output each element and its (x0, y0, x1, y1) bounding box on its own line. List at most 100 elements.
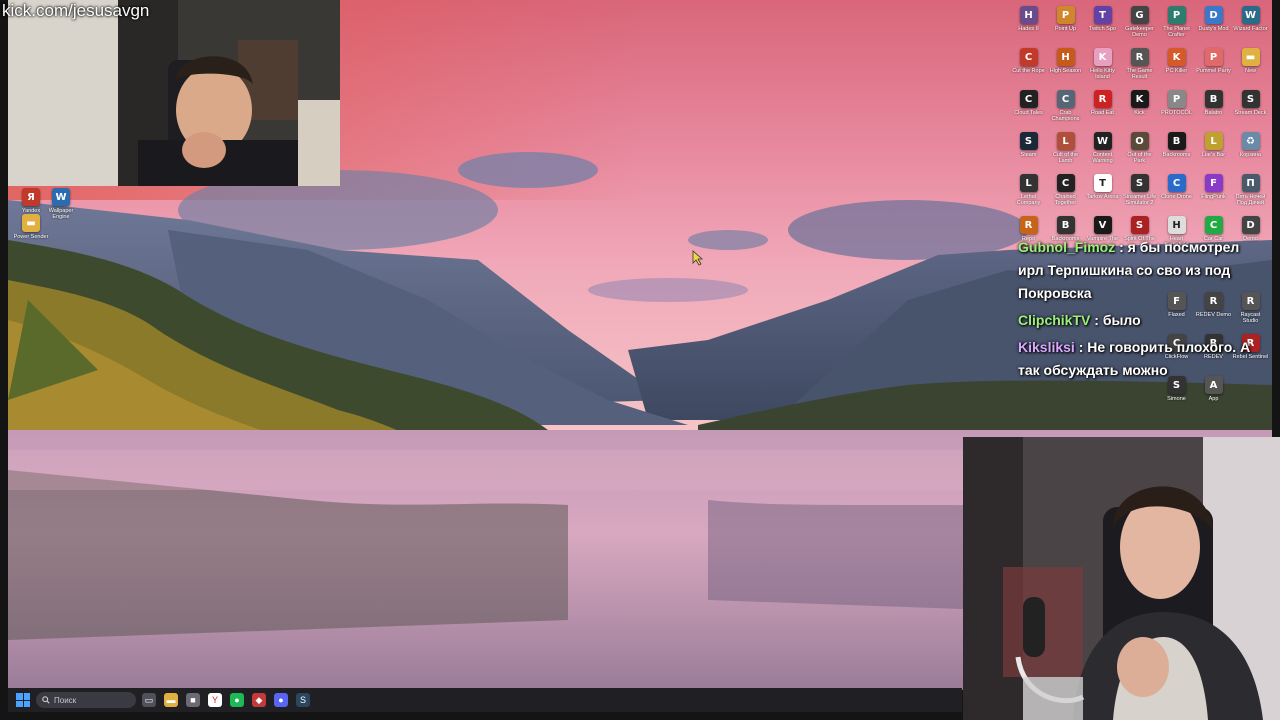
taskbar-apps: ▭ ▬ ■ Y ● ◆ ● S (142, 693, 310, 707)
discord-icon[interactable]: ● (274, 693, 288, 707)
desktop-icon-label: Lethal Company (1016, 194, 1041, 206)
game-icon: H (1167, 216, 1186, 234)
game-icon: C (1167, 174, 1186, 192)
taskbar-search[interactable]: Поиск (36, 692, 136, 708)
folder-icon: ▬ (22, 214, 40, 232)
desktop-icon-protocol[interactable]: P PROTOCOL (1158, 88, 1195, 130)
desktop-icon-out-of-the-park[interactable]: O Out of the Park (1121, 130, 1158, 172)
desktop-icon-road-eat[interactable]: R Road Eat (1084, 88, 1121, 130)
game-icon: L (1056, 132, 1075, 150)
start-button[interactable] (16, 693, 30, 707)
desktop-icon-label: Cult of the Lamb (1052, 152, 1079, 164)
desktop-icon-cloud-tales[interactable]: C Cloud Tales (1010, 88, 1047, 130)
desktop-icon-tarkov-arena[interactable]: T Tarkov Arena (1084, 172, 1121, 214)
desktop-icon-new[interactable]: ▬ New (1232, 46, 1269, 88)
desktop-icon-backrooms[interactable]: B Backrooms (1158, 130, 1195, 172)
desktop-icon-lethal-company[interactable]: L Lethal Company (1010, 172, 1047, 214)
desktop-icon-clone-drone[interactable]: C Clone Drone (1158, 172, 1195, 214)
spotify-icon[interactable]: ● (230, 693, 244, 707)
desktop-icon-balatro[interactable]: B Balatro (1195, 88, 1232, 130)
steam-icon[interactable]: S (296, 693, 310, 707)
game-icon: K (1167, 48, 1186, 66)
desktop-icon-label: Liar's Bar (1201, 152, 1226, 158)
desktop-icon-hades-ii[interactable]: H Hades II (1010, 4, 1047, 46)
desktop-icon-label: Dusty's Mod (1198, 26, 1229, 32)
desktop-icon-wallpaper-engine[interactable]: W Wallpaper Engine (44, 186, 78, 220)
desktop-icon-label: Point Up (1054, 26, 1077, 32)
file-explorer-icon[interactable]: ▬ (164, 693, 178, 707)
desktop-icon-streamer-life-simulator-2[interactable]: S Streamer Life Simulator 2 (1121, 172, 1158, 214)
desktop-icon-label: App (1208, 396, 1219, 402)
desktop-icon-cut-the-rope[interactable]: C Cut the Rope (1010, 46, 1047, 88)
folder-icon[interactable]: ■ (186, 693, 200, 707)
desktop-icon-pummel-party[interactable]: P Pummel Party (1195, 46, 1232, 88)
desktop-icon-label: Crab Champions (1051, 110, 1080, 122)
desktop-icon-label: Balatro (1204, 110, 1223, 116)
task-view-icon[interactable]: ▭ (142, 693, 156, 707)
desktop-icon-label: Backrooms (1162, 152, 1191, 158)
desktop-icon-корзина[interactable]: ♻ Корзина (1232, 130, 1269, 172)
game-icon: K (1093, 48, 1112, 66)
desktop-icon-label: Clone Drone (1161, 194, 1192, 200)
game-icon: D (1241, 216, 1260, 234)
desktop-icon-dusty-s-mod[interactable]: D Dusty's Mod (1195, 4, 1232, 46)
game-icon: P (1056, 6, 1075, 24)
desktop-icon-label: The Game Result (1126, 68, 1153, 80)
desktop-icon-power-sender[interactable]: ▬ Power Sender (14, 212, 48, 246)
desktop-icon-label: Chained Together (1054, 194, 1077, 206)
game-icon: C (1056, 174, 1075, 192)
game-icon: L (1019, 174, 1038, 192)
desktop-icon-twitch-spo[interactable]: T Twitch Spo (1084, 4, 1121, 46)
desktop-icon-pc-killer[interactable]: K PC Killer (1158, 46, 1195, 88)
chat-text: было (1102, 312, 1141, 328)
desktop-icon-пять-ночей-под-дачей[interactable]: П Пять Ночей Под Дачей (1232, 172, 1269, 214)
game-icon: C (1056, 90, 1075, 108)
chat-message: ClipchikTV : было (1018, 309, 1262, 332)
desktop-icon-the-game-result[interactable]: R The Game Result (1121, 46, 1158, 88)
game-icon: C (1019, 90, 1038, 108)
desktop-icon-flingpunk[interactable]: F FlingPunk (1195, 172, 1232, 214)
desktop-icon-label: Корзина (1240, 152, 1261, 158)
recycle-bin-icon: ♻ (1241, 132, 1260, 150)
game-icon: T (1093, 174, 1112, 192)
desktop-icon-label: Пять Ночей Под Дачей (1235, 194, 1266, 206)
game-icon: R (1130, 48, 1149, 66)
desktop-icon-label: PROTOCOL (1161, 110, 1192, 116)
search-placeholder: Поиск (54, 695, 77, 705)
webcam-feed (8, 0, 340, 186)
desktop-icon-label: Hades II (1018, 26, 1039, 32)
desktop-icon-stream-deck[interactable]: S Stream Deck (1232, 88, 1269, 130)
game-icon: L (1204, 132, 1223, 150)
desktop-icon-crab-champions[interactable]: C Crab Champions (1047, 88, 1084, 130)
folder-icon: ▬ (1241, 48, 1260, 66)
desktop-icon-high-season[interactable]: H High Season (1047, 46, 1084, 88)
desktop-icon-point-up[interactable]: P Point Up (1047, 4, 1084, 46)
desktop-icon-cult-of-the-lamb[interactable]: L Cult of the Lamb (1047, 130, 1084, 172)
chat-separator: : (1115, 239, 1128, 255)
desktop-icon-hello-kitty-island[interactable]: K Hello Kitty Island (1084, 46, 1121, 88)
desktop-icon-the-planet-crafter[interactable]: P The Planet Crafter (1158, 4, 1195, 46)
desktop-icon-content-warning[interactable]: W Content Warning (1084, 130, 1121, 172)
desktop-icon-wizard-factor[interactable]: W Wizard Factor (1232, 4, 1269, 46)
desktop-icon-steam[interactable]: S Steam (1010, 130, 1047, 172)
desktop-icon-label: Out of the Park (1127, 152, 1152, 164)
app-icon[interactable]: ◆ (252, 693, 266, 707)
steam-icon: S (1019, 132, 1038, 150)
chat-username: ClipchikTV (1018, 312, 1091, 328)
game-icon: F (1204, 174, 1223, 192)
game-icon: V (1093, 216, 1112, 234)
yandex-browser-icon[interactable]: Y (208, 693, 222, 707)
desktop-icon-gatekeeper-demo[interactable]: G Gatekeeper Demo (1121, 4, 1158, 46)
webcam-feed (963, 437, 1280, 720)
game-icon: W (1241, 6, 1260, 24)
game-icon: P (1167, 6, 1186, 24)
game-icon: C (1204, 216, 1223, 234)
game-icon: П (1241, 174, 1260, 192)
streamer-webcam-top (8, 0, 340, 186)
desktop-icon-label: Road Eat (1091, 110, 1114, 116)
desktop-icon-kick[interactable]: K Kick (1121, 88, 1158, 130)
game-icon: S (1241, 90, 1260, 108)
desktop-icon-chained-together[interactable]: C Chained Together (1047, 172, 1084, 214)
chat-username: Gubnol_Fimoz (1018, 239, 1116, 255)
desktop-icon-liar-s-bar[interactable]: L Liar's Bar (1195, 130, 1232, 172)
